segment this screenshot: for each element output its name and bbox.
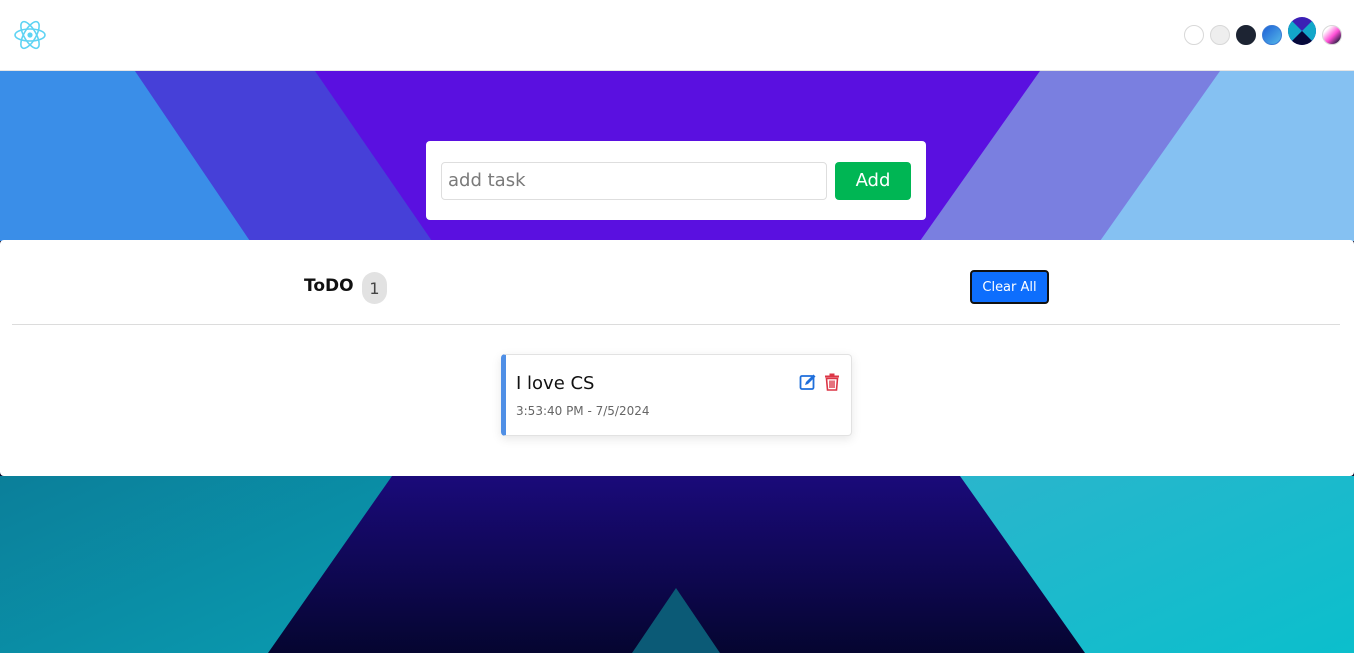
task-input[interactable] bbox=[441, 161, 827, 200]
add-button[interactable]: Add bbox=[835, 161, 911, 200]
trash-icon[interactable] bbox=[823, 373, 841, 391]
task-card: I love CS 3:53:40 PM - 7/5/2024 bbox=[501, 354, 852, 436]
react-atom-icon[interactable] bbox=[12, 17, 48, 53]
todo-panel: ToDO 1 Clear All I love CS 3:53:40 PM - … bbox=[0, 240, 1354, 476]
theme-blue-swatch[interactable] bbox=[1262, 25, 1282, 45]
task-timestamp: 3:53:40 PM - 7/5/2024 bbox=[516, 404, 650, 418]
theme-purple-x-swatch[interactable] bbox=[1288, 17, 1316, 45]
divider bbox=[12, 324, 1340, 325]
task-count-badge: 1 bbox=[362, 272, 387, 304]
clear-all-button[interactable]: Clear All bbox=[970, 270, 1049, 304]
theme-gray-swatch[interactable] bbox=[1210, 25, 1230, 45]
task-actions bbox=[799, 373, 841, 391]
task-text: I love CS bbox=[516, 373, 595, 394]
navbar bbox=[0, 0, 1354, 71]
theme-pink-swatch[interactable] bbox=[1322, 25, 1342, 45]
todo-title: ToDO bbox=[304, 276, 354, 296]
add-task-form: Add bbox=[426, 141, 926, 220]
theme-switcher bbox=[1184, 17, 1342, 49]
theme-light-swatch[interactable] bbox=[1184, 25, 1204, 45]
edit-icon[interactable] bbox=[799, 373, 817, 391]
todo-header: ToDO 1 Clear All bbox=[0, 240, 1354, 324]
theme-dark-swatch[interactable] bbox=[1236, 25, 1256, 45]
